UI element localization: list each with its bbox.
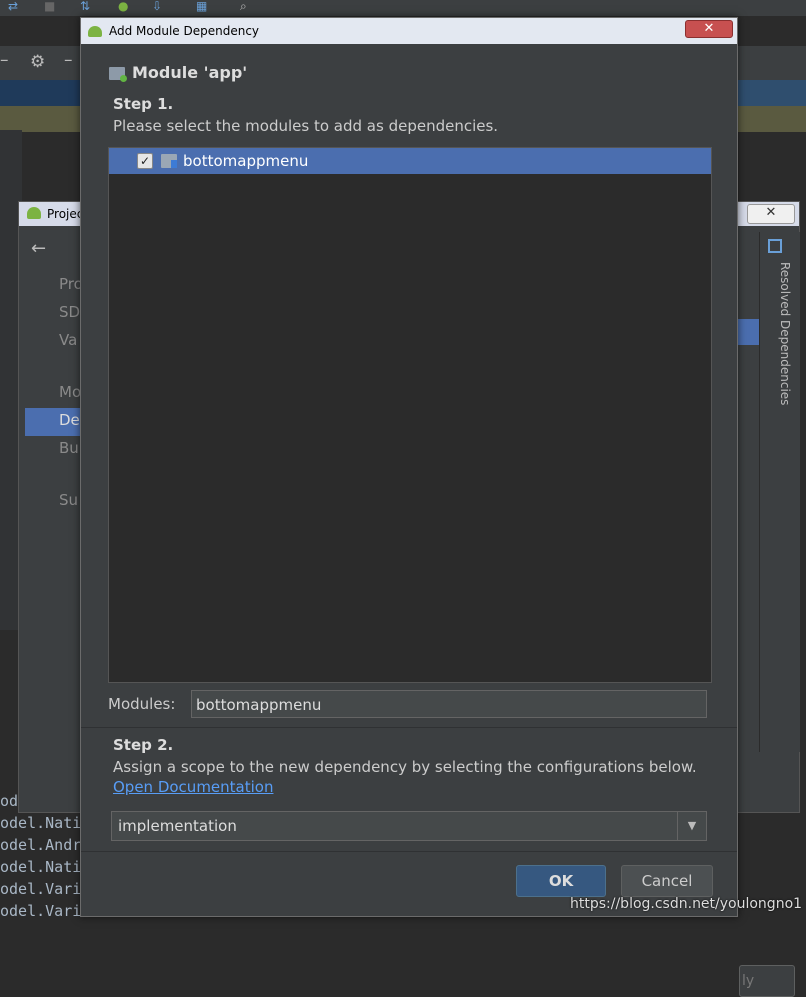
code-line: odel.Varia — [0, 902, 91, 920]
code-line: odel.Varia — [0, 880, 91, 898]
close-button[interactable]: ✕ — [747, 204, 795, 224]
nav-item-dependencies[interactable]: De — [59, 411, 80, 429]
module-folder-icon — [109, 67, 127, 82]
watermark: https://blog.csdn.net/youlongno1 — [570, 896, 803, 912]
dialog-title: Add Module Dependency — [109, 24, 260, 38]
modules-field-label: Modules: — [108, 695, 176, 713]
open-documentation-link[interactable]: Open Documentation — [113, 778, 273, 796]
code-line: odel.Andro — [0, 836, 91, 854]
android-icon[interactable]: ● — [118, 0, 136, 12]
scope-value: implementation — [118, 817, 237, 835]
selected-row-edge — [735, 319, 759, 345]
cancel-button[interactable]: Cancel — [621, 865, 713, 897]
nav-item-sdk[interactable]: SD — [59, 303, 80, 321]
add-module-dependency-dialog: Add Module Dependency ✕ Module 'app' Ste… — [80, 17, 738, 917]
apply-button[interactable]: ly — [739, 965, 795, 997]
android-icon — [27, 207, 41, 219]
module-checkbox[interactable]: ✓ — [137, 153, 153, 169]
ide-toolbar: ⇄ ■ ⇅ ● ⇩ ▦ ⌕ — [0, 0, 806, 16]
step1-description: Please select the modules to add as depe… — [113, 117, 499, 135]
project-structure-title: Projec — [47, 207, 84, 221]
module-list[interactable]: ✓ bottomappmenu — [108, 147, 712, 683]
divider — [81, 851, 737, 852]
ok-button[interactable]: OK — [516, 865, 606, 897]
modules-input[interactable]: bottomappmenu — [191, 690, 707, 718]
back-arrow-icon[interactable]: ← — [31, 238, 46, 259]
close-button[interactable]: ✕ — [685, 20, 733, 38]
dependencies-icon[interactable] — [768, 239, 782, 253]
list-item[interactable]: ✓ bottomappmenu — [109, 148, 711, 174]
chevron-down-icon[interactable]: ▼ — [677, 812, 706, 840]
ide-tab-strip-right — [736, 80, 806, 106]
code-line: odel.Native — [0, 814, 100, 832]
sync-icon[interactable]: ⇄ — [8, 0, 26, 12]
scope-select[interactable]: implementation ▼ — [111, 811, 707, 841]
gear-icon[interactable]: ⚙ — [30, 52, 45, 72]
step2-description: Assign a scope to the new dependency by … — [113, 758, 697, 776]
minus-icon[interactable]: – — [0, 50, 9, 70]
download-icon[interactable]: ⇩ — [152, 0, 170, 12]
dialog-titlebar: Add Module Dependency ✕ — [81, 18, 737, 44]
nav-item-build-variants[interactable]: Bu — [59, 439, 79, 457]
tool-icon[interactable]: ⇅ — [80, 0, 98, 12]
nav-item-modules[interactable]: Mo — [59, 383, 81, 401]
stop-icon[interactable]: ■ — [44, 0, 62, 12]
step2-label: Step 2. — [113, 736, 174, 754]
search-icon[interactable]: ⌕ — [240, 0, 258, 12]
android-icon — [88, 26, 102, 37]
code-line: odel.Native — [0, 858, 100, 876]
nav-item-variables[interactable]: Va — [59, 331, 77, 349]
structure-icon[interactable]: ▦ — [196, 0, 214, 12]
resolved-dependencies-tab[interactable]: Resolved Dependencies — [778, 262, 792, 405]
module-name: bottomappmenu — [183, 152, 309, 170]
step1-label: Step 1. — [113, 95, 174, 113]
divider — [81, 727, 737, 728]
minimize-icon[interactable]: – — [64, 50, 73, 70]
module-icon — [161, 154, 177, 168]
nav-item-suggestions[interactable]: Su — [59, 491, 78, 509]
module-title: Module 'app' — [132, 63, 248, 82]
